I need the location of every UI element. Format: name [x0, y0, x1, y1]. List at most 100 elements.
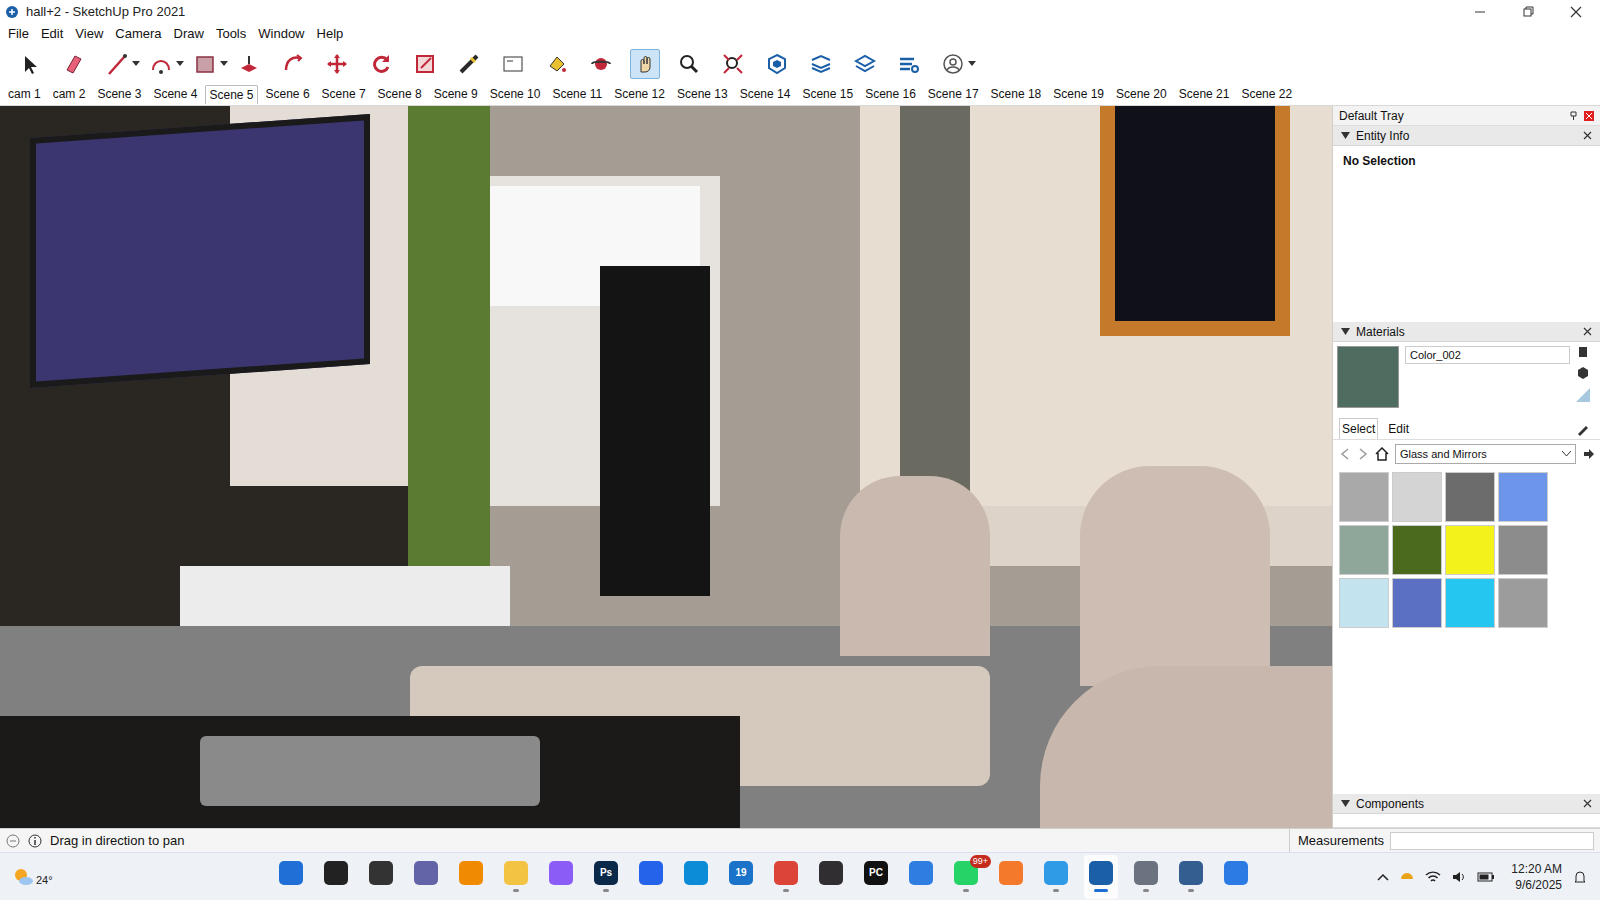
- scene-tab[interactable]: Scene 11: [548, 84, 606, 104]
- move-tool[interactable]: [322, 49, 352, 79]
- extension-tool[interactable]: [806, 49, 836, 79]
- material-swatch[interactable]: [1339, 472, 1389, 522]
- tool-menu[interactable]: [176, 61, 186, 67]
- scene-tab[interactable]: Scene 9: [430, 84, 482, 104]
- tool-menu[interactable]: [132, 61, 142, 67]
- scene-tab[interactable]: Scene 20: [1112, 84, 1171, 104]
- close-icon[interactable]: [1583, 799, 1592, 808]
- scene-tab[interactable]: Scene 10: [486, 84, 545, 104]
- scene-tab[interactable]: Scene 4: [149, 84, 201, 104]
- scene-tab[interactable]: Scene 21: [1175, 84, 1234, 104]
- scene-tab[interactable]: Scene 8: [374, 84, 426, 104]
- menu-item[interactable]: Help: [313, 24, 348, 44]
- todo-app[interactable]: [904, 855, 938, 899]
- sketchup-app[interactable]: [1084, 855, 1118, 899]
- scene-tab[interactable]: Scene 16: [861, 84, 920, 104]
- arc-tool[interactable]: [146, 49, 176, 79]
- select-tool[interactable]: [14, 49, 44, 79]
- menu-item[interactable]: Camera: [111, 24, 165, 44]
- material-swatch[interactable]: [1392, 578, 1442, 628]
- edge-app[interactable]: [679, 855, 713, 899]
- task-view-app[interactable]: [364, 855, 398, 899]
- scene-tab[interactable]: Scene 17: [924, 84, 983, 104]
- scene-tab[interactable]: Scene 22: [1237, 84, 1296, 104]
- layout-app[interactable]: [1174, 855, 1208, 899]
- material-swatch[interactable]: [1498, 472, 1548, 522]
- scene-tab[interactable]: cam 1: [4, 84, 45, 104]
- pan-tool[interactable]: [630, 49, 660, 79]
- push-pull-tool[interactable]: [234, 49, 264, 79]
- clock[interactable]: 12:20 AM9/6/2025: [1511, 861, 1562, 893]
- scene-tab[interactable]: Scene 13: [673, 84, 732, 104]
- scene-tab[interactable]: Scene 12: [610, 84, 669, 104]
- scene-tab[interactable]: Scene 18: [987, 84, 1046, 104]
- materials-header[interactable]: Materials: [1333, 322, 1600, 342]
- rotate-tool[interactable]: [366, 49, 396, 79]
- pin-icon[interactable]: [1569, 111, 1578, 120]
- paint-tool[interactable]: [542, 49, 572, 79]
- snipping-app[interactable]: [1219, 855, 1253, 899]
- entity-info-header[interactable]: Entity Info: [1333, 126, 1600, 146]
- file-explorer-app[interactable]: [499, 855, 533, 899]
- close-icon[interactable]: [1583, 131, 1592, 140]
- measurements-field[interactable]: [1390, 832, 1594, 850]
- minimize-icon[interactable]: [1456, 0, 1504, 24]
- orbit-tool[interactable]: [586, 49, 616, 79]
- scene-tab[interactable]: Scene 7: [318, 84, 370, 104]
- photos-app[interactable]: [1039, 855, 1073, 899]
- store-app[interactable]: [634, 855, 668, 899]
- zoom-tool[interactable]: [674, 49, 704, 79]
- blender-app[interactable]: [994, 855, 1028, 899]
- scene-tab[interactable]: Scene 15: [798, 84, 857, 104]
- scene-tab[interactable]: Scene 5: [205, 85, 257, 104]
- material-swatch[interactable]: [1339, 525, 1389, 575]
- material-swatch[interactable]: [1498, 525, 1548, 575]
- scene-tab[interactable]: cam 2: [49, 84, 90, 104]
- material-tab[interactable]: Edit: [1386, 419, 1411, 439]
- material-swatch[interactable]: [1445, 472, 1495, 522]
- scene-tab[interactable]: Scene 19: [1049, 84, 1108, 104]
- menu-item[interactable]: Tools: [212, 24, 250, 44]
- material-swatch[interactable]: [1392, 525, 1442, 575]
- search-app[interactable]: [319, 855, 353, 899]
- chat-app[interactable]: [409, 855, 443, 899]
- scene-tab[interactable]: Scene 6: [262, 84, 314, 104]
- chrome-app[interactable]: [769, 855, 803, 899]
- rectangle-tool[interactable]: [190, 49, 220, 79]
- components-header[interactable]: Components: [1333, 794, 1600, 814]
- material-swatch[interactable]: [1445, 578, 1495, 628]
- material-tab[interactable]: Select: [1339, 418, 1378, 439]
- tool-menu[interactable]: [220, 61, 230, 67]
- photoshop-app[interactable]: Ps: [589, 855, 623, 899]
- restore-icon[interactable]: [1504, 0, 1552, 24]
- obs-app[interactable]: [814, 855, 848, 899]
- tool-menu[interactable]: [968, 61, 978, 67]
- close-icon[interactable]: [1583, 327, 1592, 336]
- material-name-field[interactable]: Color_002: [1405, 346, 1570, 364]
- menu-item[interactable]: View: [71, 24, 107, 44]
- pycharm-app[interactable]: PC: [859, 855, 893, 899]
- settings-app[interactable]: [1129, 855, 1163, 899]
- close-icon[interactable]: [1584, 111, 1594, 121]
- copilot-app[interactable]: [544, 855, 578, 899]
- warehouse-tool[interactable]: [762, 49, 792, 79]
- zoom-extents-tool[interactable]: [718, 49, 748, 79]
- material-swatch[interactable]: [1498, 578, 1548, 628]
- line-tool[interactable]: [102, 49, 132, 79]
- scene-tab[interactable]: Scene 3: [93, 84, 145, 104]
- viewport[interactable]: [0, 106, 1332, 828]
- vlc-app[interactable]: [454, 855, 488, 899]
- menu-item[interactable]: Window: [254, 24, 308, 44]
- scale-tool[interactable]: [410, 49, 440, 79]
- menu-item[interactable]: Edit: [37, 24, 67, 44]
- extension-manager-tool[interactable]: [894, 49, 924, 79]
- profile-tool[interactable]: [938, 49, 968, 79]
- weather-widget[interactable]: 24°: [12, 864, 262, 889]
- start-app[interactable]: [274, 855, 308, 899]
- close-icon[interactable]: [1552, 0, 1600, 24]
- library-dropdown[interactable]: Glass and Mirrors: [1395, 444, 1576, 464]
- material-swatch[interactable]: [1339, 578, 1389, 628]
- offset-tool[interactable]: [278, 49, 308, 79]
- calendar-app[interactable]: 19: [724, 855, 758, 899]
- scene-tab[interactable]: Scene 14: [736, 84, 795, 104]
